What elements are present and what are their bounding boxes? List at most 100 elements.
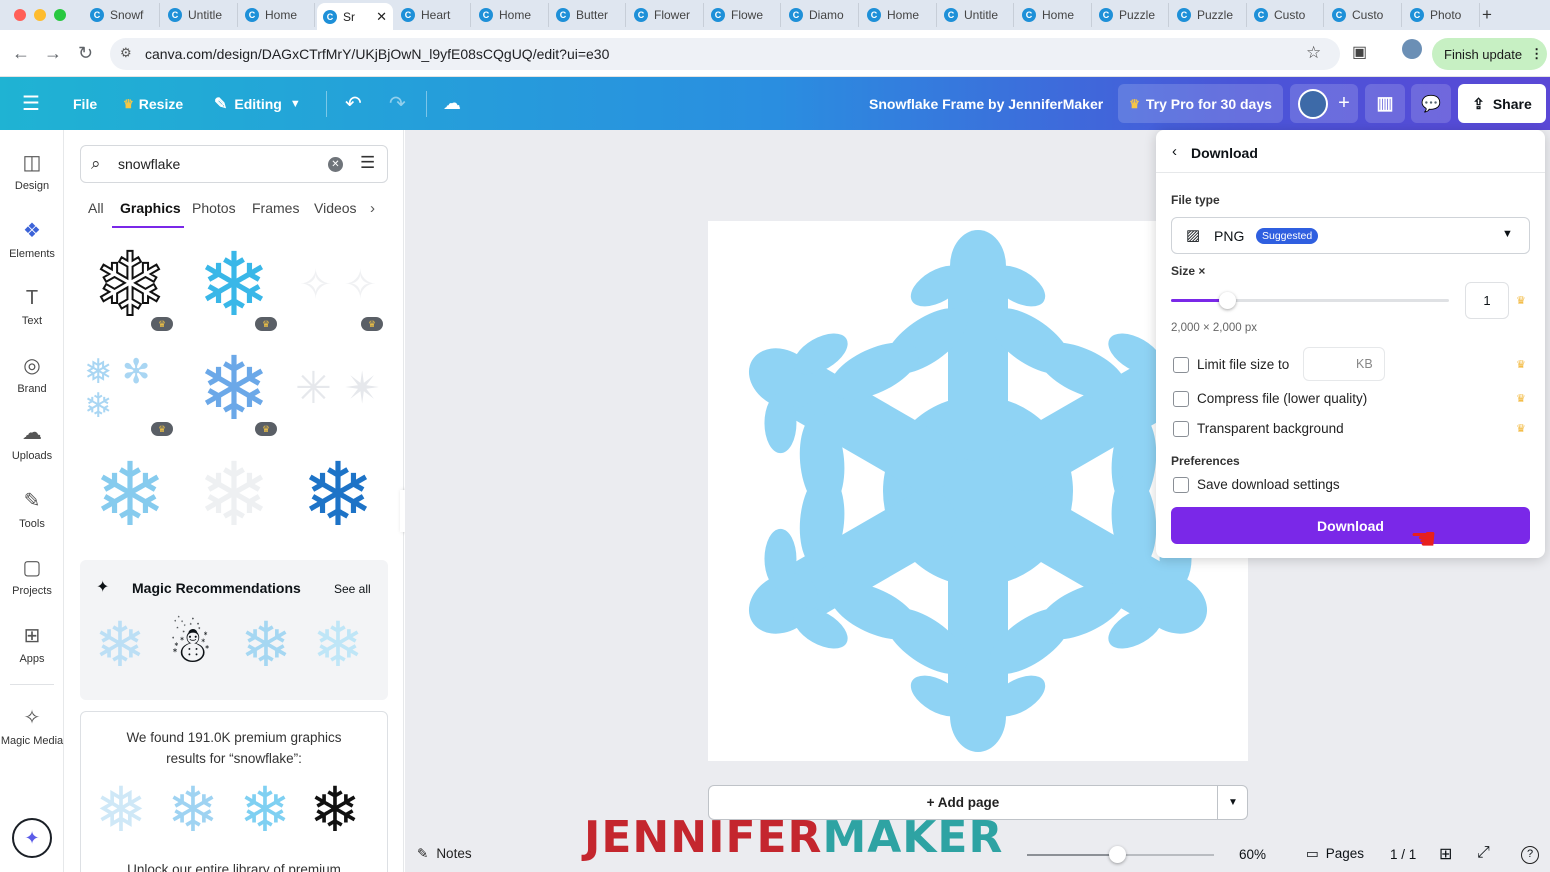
limit-size-checkbox[interactable]: [1173, 357, 1189, 373]
recommendation-item[interactable]: ❄: [94, 615, 146, 677]
rail-item-brand[interactable]: ◎ Brand: [0, 353, 64, 395]
notes-button[interactable]: ✎ Notes: [417, 846, 472, 862]
comments-icon[interactable]: 💬: [1411, 84, 1451, 123]
transparent-checkbox[interactable]: [1173, 421, 1189, 437]
browser-tab[interactable]: C Home: [473, 3, 549, 27]
fullscreen-icon[interactable]: ⤢: [1477, 844, 1490, 862]
share-button[interactable]: ⇪ Share: [1458, 84, 1546, 123]
graphic-item[interactable]: ❄: [292, 446, 384, 544]
browser-tab[interactable]: C Flower: [628, 3, 704, 27]
clear-search-icon[interactable]: ✕: [328, 157, 343, 172]
browser-tab[interactable]: C Photo: [1404, 3, 1480, 27]
tab-all[interactable]: All: [88, 200, 104, 216]
premium-preview-item[interactable]: ❄: [239, 780, 291, 842]
profile-avatar[interactable]: [1402, 39, 1422, 59]
finish-update-button[interactable]: Finish update ⋮: [1432, 38, 1547, 70]
zoom-slider-knob[interactable]: [1108, 846, 1126, 863]
close-window-button[interactable]: [14, 9, 26, 21]
recommendation-item[interactable]: ❄: [312, 615, 364, 677]
undo-icon[interactable]: ↶: [345, 77, 362, 130]
size-slider-knob[interactable]: [1218, 292, 1236, 309]
tab-photos[interactable]: Photos: [192, 200, 236, 216]
premium-preview-item[interactable]: ❄: [309, 780, 361, 842]
browser-tab[interactable]: C Sr ✕: [317, 3, 393, 30]
minimize-window-button[interactable]: [34, 9, 46, 21]
close-tab-icon[interactable]: ✕: [376, 9, 387, 25]
graphic-item[interactable]: ❄: [84, 446, 176, 544]
browser-tab[interactable]: C Puzzle: [1171, 3, 1247, 27]
recommendation-item[interactable]: ❄: [240, 615, 292, 677]
grid-view-icon[interactable]: ⊞: [1439, 844, 1452, 864]
tab-frames[interactable]: Frames: [252, 200, 299, 216]
bookmark-star-icon[interactable]: ☆: [1306, 43, 1321, 63]
graphic-item[interactable]: ✳ ✴: [292, 340, 384, 438]
premium-preview-item[interactable]: ❅: [95, 780, 147, 842]
size-slider-track[interactable]: [1171, 292, 1449, 309]
browser-tab[interactable]: C Home: [1016, 3, 1092, 27]
browser-tab[interactable]: C Diamo: [783, 3, 859, 27]
rail-item-tools[interactable]: ✎ Tools: [0, 488, 64, 530]
browser-tab[interactable]: C Untitle: [938, 3, 1014, 27]
browser-tab[interactable]: C Custo: [1248, 3, 1324, 27]
try-pro-button[interactable]: ♛ Try Pro for 30 days: [1118, 84, 1283, 123]
download-button[interactable]: Download: [1171, 507, 1530, 544]
rail-item-text[interactable]: T Text: [0, 285, 64, 327]
recommendation-item[interactable]: ☃: [168, 620, 213, 670]
new-tab-button[interactable]: +: [1482, 5, 1492, 25]
browser-tab[interactable]: C Home: [861, 3, 937, 27]
browser-tab[interactable]: C Untitle: [162, 3, 238, 27]
rail-item-magic-media[interactable]: ✧ Magic Media: [0, 705, 64, 747]
rail-item-uploads[interactable]: ☁ Uploads: [0, 420, 64, 462]
browser-tab-label: Custo: [1352, 8, 1384, 22]
rail-item-projects[interactable]: ▢ Projects: [0, 555, 64, 597]
add-collaborator-icon[interactable]: +: [1338, 92, 1350, 115]
maximize-window-button[interactable]: [54, 9, 66, 21]
search-input[interactable]: ⌕ snowflake ✕ ☰: [80, 145, 388, 183]
magic-assistant-button[interactable]: ✦: [12, 818, 52, 858]
premium-preview-item[interactable]: ❄: [167, 780, 219, 842]
browser-tab[interactable]: C Custo: [1326, 3, 1402, 27]
site-settings-icon[interactable]: ⚙: [120, 45, 132, 61]
collaborators-group[interactable]: +: [1290, 84, 1358, 123]
compress-checkbox[interactable]: [1173, 391, 1189, 407]
browser-tab[interactable]: C Butter: [550, 3, 626, 27]
limit-size-input[interactable]: KB: [1303, 347, 1385, 381]
graphic-item[interactable]: ❄: [188, 446, 280, 544]
see-all-link[interactable]: See all: [334, 582, 371, 596]
rail-item-design[interactable]: ◫ Design: [0, 150, 64, 192]
filter-sliders-icon[interactable]: ☰: [360, 153, 375, 173]
help-icon[interactable]: ?: [1521, 846, 1539, 864]
file-menu[interactable]: File: [73, 77, 97, 130]
url-field[interactable]: ⚙ canva.com/design/DAGxCTrfMrY/UKjBjOwN_…: [110, 38, 1340, 70]
rail-item-apps[interactable]: ⊞ Apps: [0, 623, 64, 665]
editing-mode-dropdown[interactable]: ✎ Editing ▼: [214, 77, 301, 130]
user-avatar[interactable]: [1298, 88, 1329, 119]
resize-button[interactable]: ♛ Resize: [123, 77, 183, 130]
file-type-select[interactable]: ▨ PNG Suggested ▼: [1171, 217, 1530, 254]
forward-icon[interactable]: →: [44, 43, 62, 64]
cloud-saved-icon[interactable]: ☁: [443, 77, 461, 130]
back-icon[interactable]: ←: [12, 43, 30, 64]
browser-tab[interactable]: C Snowf: [84, 3, 160, 27]
pages-button[interactable]: ▭ Pages: [1306, 846, 1364, 862]
add-page-chevron-icon[interactable]: ▼: [1218, 786, 1248, 819]
browser-tab[interactable]: C Heart: [395, 3, 471, 27]
insights-chart-icon[interactable]: ▥: [1365, 84, 1405, 123]
tabs-next-icon[interactable]: ›: [370, 200, 375, 217]
reload-icon[interactable]: ↻: [78, 43, 93, 64]
redo-icon[interactable]: ↷: [389, 77, 406, 130]
rail-item-elements[interactable]: ❖ Elements: [0, 218, 64, 260]
tab-videos[interactable]: Videos: [314, 200, 357, 216]
save-settings-checkbox[interactable]: [1173, 477, 1189, 493]
menu-hamburger-icon[interactable]: ☰: [22, 77, 40, 130]
screen-share-icon[interactable]: ▣: [1352, 42, 1367, 62]
browser-tab[interactable]: C Puzzle: [1093, 3, 1169, 27]
zoom-slider-track[interactable]: [1027, 846, 1214, 863]
tab-graphics[interactable]: Graphics: [120, 200, 181, 216]
zoom-level[interactable]: 60%: [1239, 847, 1266, 862]
browser-tab[interactable]: C Home: [239, 3, 315, 27]
back-chevron-icon[interactable]: ‹: [1172, 143, 1177, 160]
design-title[interactable]: Snowflake Frame by JenniferMaker: [869, 77, 1103, 130]
size-input[interactable]: 1: [1465, 282, 1509, 319]
browser-tab[interactable]: C Flowe: [705, 3, 781, 27]
